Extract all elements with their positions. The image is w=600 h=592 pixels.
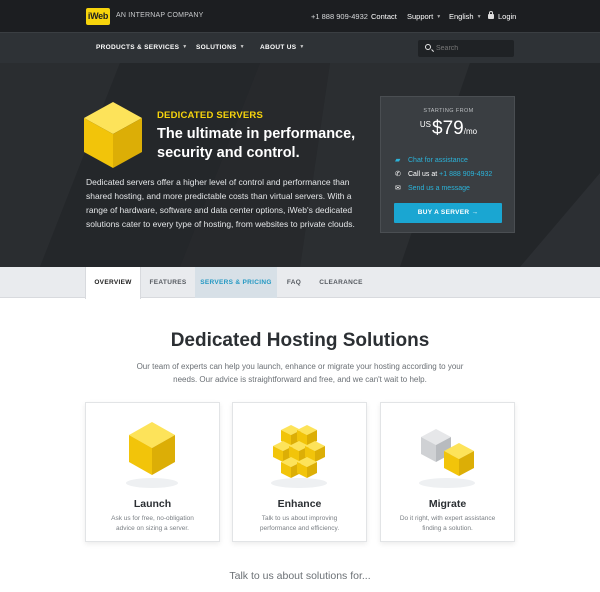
nav-about-us[interactable]: ABOUT US ▼ (260, 44, 305, 51)
card-title: Launch (133, 498, 172, 510)
support-label: Support (407, 12, 434, 21)
login-link[interactable]: Login (488, 11, 517, 21)
chat-link[interactable]: ▰ Chat for assistance (395, 156, 468, 164)
card-description: Ask us for free, no-obligation advice on… (111, 515, 194, 532)
chevron-down-icon: ▼ (299, 44, 305, 50)
login-label: Login (498, 12, 517, 21)
search-icon (425, 44, 431, 50)
lock-icon (488, 11, 494, 19)
migrate-card[interactable]: Migrate Do it right, with expert assista… (380, 402, 515, 542)
tab-features[interactable]: FEATURES (141, 267, 195, 298)
price: US$79/mo (381, 118, 516, 140)
section-tabs: OVERVIEW FEATURES SERVERS & PRICING FAQ … (0, 267, 600, 299)
message-link[interactable]: ✉ Send us a message (395, 184, 470, 192)
card-description: Talk to us about improving performance a… (259, 515, 340, 532)
tab-servers-pricing[interactable]: SERVERS & PRICING (195, 267, 277, 298)
nav-label: ABOUT US (260, 44, 297, 51)
hero-title: The ultimate in performance, security an… (157, 126, 356, 161)
buy-server-button[interactable]: BUY A SERVER → (394, 203, 502, 223)
top-phone[interactable]: +1 888 909-4932 (311, 12, 368, 21)
language-menu[interactable]: English ▼ (449, 12, 482, 21)
main-nav: PRODUCTS & SERVICES ▼ SOLUTIONS ▼ ABOUT US… (0, 32, 600, 63)
launch-cube-icon (126, 422, 178, 488)
price-amount: $79 (432, 118, 464, 139)
price-currency: US (419, 120, 432, 129)
starting-from-label: STARTING FROM (423, 108, 474, 114)
top-bar: iWeb AN INTERNAP COMPANY +1 888 909-4932… (0, 0, 600, 32)
solutions-title: Dedicated Hosting Solutions (170, 330, 430, 351)
arrow-right-icon: → (471, 209, 479, 216)
chevron-down-icon: ▼ (476, 14, 482, 20)
card-title: Migrate (428, 498, 467, 510)
chevron-down-icon: ▼ (239, 44, 245, 50)
call-row: ✆ Call us at +1 888 909-4932 (395, 170, 492, 178)
message-label: Send us a message (408, 185, 470, 192)
contact-link[interactable]: Contact (371, 12, 397, 21)
talk-heading: Talk to us about solutions for... (229, 570, 371, 582)
language-label: English (449, 12, 474, 21)
chat-label: Chat for assistance (408, 157, 468, 164)
price-period: /mo (463, 127, 478, 136)
call-prefix: Call us at (408, 171, 438, 178)
buy-server-label: BUY A SERVER (417, 209, 470, 216)
tab-clearance[interactable]: CLEARANCE (311, 267, 371, 298)
hero-tag: DEDICATED SERVERS (157, 110, 263, 121)
card-description: Do it right, with expert assistance find… (399, 515, 496, 532)
search-box[interactable] (418, 40, 514, 57)
enhance-card[interactable]: Enhance Talk to us about improving perfo… (232, 402, 367, 542)
tab-faq[interactable]: FAQ (277, 267, 311, 298)
nav-products-services[interactable]: PRODUCTS & SERVICES ▼ (96, 44, 187, 51)
search-input[interactable] (436, 43, 506, 54)
price-card: STARTING FROM US$79/mo ▰ Chat for assista… (380, 96, 515, 233)
migrate-cubes-icon (419, 429, 475, 488)
hero-section: DEDICATED SERVERS The ultimate in perfor… (0, 63, 600, 267)
card-title: Enhance (277, 498, 322, 510)
chat-bubble-icon: ▰ (395, 157, 401, 164)
yellow-cube-icon (84, 102, 142, 168)
iweb-logo[interactable]: iWeb (86, 8, 110, 25)
envelope-icon: ✉ (395, 185, 401, 192)
call-number-link[interactable]: +1 888 909-4932 (439, 171, 492, 178)
nav-label: PRODUCTS & SERVICES (96, 44, 180, 51)
nav-label: SOLUTIONS (196, 44, 237, 51)
support-menu[interactable]: Support ▼ (407, 12, 441, 21)
nav-solutions[interactable]: SOLUTIONS ▼ (196, 44, 245, 51)
enhance-cubes-icon (271, 425, 327, 488)
chevron-down-icon: ▼ (436, 14, 442, 20)
chevron-down-icon: ▼ (182, 44, 188, 50)
phone-icon: ✆ (395, 171, 401, 178)
launch-card[interactable]: Launch Ask us for free, no-obligation ad… (85, 402, 220, 542)
solutions-subtitle: Our team of experts can help you launch,… (136, 362, 464, 384)
hero-description: Dedicated servers offer a higher level o… (86, 177, 355, 229)
tab-overview[interactable]: OVERVIEW (85, 267, 141, 299)
company-tagline: AN INTERNAP COMPANY (116, 12, 204, 19)
